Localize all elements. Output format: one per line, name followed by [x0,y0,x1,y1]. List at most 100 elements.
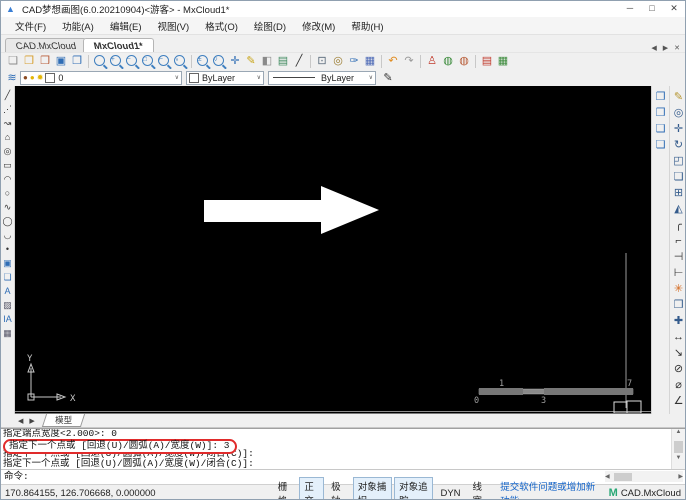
chevron-down-icon[interactable]: ∨ [365,74,373,81]
cloud-share-icon[interactable]: ◍ [456,53,472,69]
lineweight-pen-icon[interactable]: ✎ [380,70,396,86]
open-file-icon[interactable]: ❐ [21,53,37,69]
scroll-left-icon[interactable]: ◀ [605,473,610,480]
xline-icon[interactable]: ⋰ [1,102,14,116]
pan-icon[interactable]: ✛ [227,53,243,69]
scroll-right-icon[interactable]: ▶ [678,473,683,480]
dim-update-icon[interactable]: ❒ [671,297,686,313]
erase-icon[interactable]: ✎ [671,89,686,105]
insert-block-icon[interactable]: ▣ [1,256,14,270]
web-icon[interactable]: ◍ [440,53,456,69]
color-dropdown[interactable]: ByLayer ∨ [186,71,264,85]
rotate-icon[interactable]: ↻ [671,137,686,153]
layout-prev-icon[interactable]: ◀ [15,417,26,425]
properties-icon[interactable]: ◧ [259,53,275,69]
point-icon[interactable]: • [1,242,14,256]
menu-function[interactable]: 功能(A) [54,17,102,35]
toggle-ortho[interactable]: 正交 [299,477,324,500]
toggle-osnap[interactable]: 对象捕捉 [353,477,392,500]
tab-model[interactable]: 模型 [42,414,85,427]
zoom-previous-icon[interactable]: ⌐ [158,55,169,66]
hatch-icon[interactable]: ▨ [1,298,14,312]
dim-linear-icon[interactable]: ↔ [671,329,686,345]
find-icon[interactable]: ◎ [330,53,346,69]
toggle-lineweight[interactable]: 线宽 [468,477,493,500]
undo-icon[interactable]: ↶ [385,53,401,69]
toggle-dyn[interactable]: DYN [435,486,465,500]
tab-cad-mxcloud[interactable]: CAD.MxCloud [5,38,87,53]
drawing-canvas[interactable]: Y X 0 1 3 7 [15,86,651,414]
copy-icon[interactable]: ◎ [671,105,686,121]
ellipse-arc-icon[interactable]: ◡ [1,228,14,242]
zoom-realtime-icon[interactable]: ± [197,55,208,66]
offset-icon[interactable]: ❏ [671,169,686,185]
extend-icon[interactable]: ⊢ [671,265,686,281]
cut-clip-icon[interactable]: ❒ [653,105,669,121]
menu-edit[interactable]: 编辑(E) [102,17,150,35]
scroll-down-icon[interactable]: ▼ [676,455,682,461]
new-file-icon[interactable]: ❏ [5,53,21,69]
plot-icon[interactable]: ⊡ [314,53,330,69]
tab-prev-icon[interactable]: ◀ [651,44,656,52]
zoom-window-icon[interactable]: □ [142,55,153,66]
ellipse-icon[interactable]: ◯ [1,214,14,228]
array-icon[interactable]: ⊞ [671,185,686,201]
paste-clip-icon[interactable]: ❑ [653,121,669,137]
pdf-export-icon[interactable]: ▤ [479,53,495,69]
layout-next-icon[interactable]: ▶ [26,417,37,425]
vscroll-thumb[interactable] [674,441,683,453]
menu-draw[interactable]: 绘图(D) [246,17,294,35]
maximize-button[interactable]: □ [641,1,663,17]
copy-clip-icon[interactable]: ❐ [653,89,669,105]
circle-icon[interactable]: ○ [1,186,14,200]
tab-mxcloud1[interactable]: MxCloud1* [83,38,154,53]
save-icon[interactable]: ▣ [53,53,69,69]
menu-file[interactable]: 文件(F) [7,17,54,35]
format-brush-icon[interactable]: ✑ [346,53,362,69]
scroll-up-icon[interactable]: ▲ [676,429,682,435]
zoom-in-icon[interactable]: + [110,55,121,66]
zoom-extents-icon[interactable] [94,55,105,66]
command-vscrollbar[interactable]: ▲ ▼ [671,429,685,469]
donut-icon[interactable]: ◎ [1,144,14,158]
cloud-save-icon[interactable]: ▦ [362,53,378,69]
toggle-otrack[interactable]: 对象追踪 [394,477,433,500]
fillet-icon[interactable]: ╭ [671,217,686,233]
dim-diameter-icon[interactable]: ⌀ [671,377,686,393]
line-icon[interactable]: ╱ [1,88,14,102]
redo-icon[interactable]: ↷ [401,53,417,69]
menu-format[interactable]: 格式(O) [197,17,246,35]
chevron-down-icon[interactable]: ∨ [253,74,261,81]
dim-angular-icon[interactable]: ∠ [671,393,686,409]
rectangle-icon[interactable]: ▭ [1,158,14,172]
chamfer-icon[interactable]: ⌐ [671,233,686,249]
chevron-down-icon[interactable]: ∨ [171,74,179,81]
menu-modify[interactable]: 修改(M) [294,17,343,35]
field-icon[interactable]: IA [1,312,14,326]
layer-manager-icon[interactable]: ≋ [4,70,20,86]
toggle-polar[interactable]: 极轴 [326,477,351,500]
arc-icon[interactable]: ◠ [1,172,14,186]
polyline-icon[interactable]: ↝ [1,116,14,130]
menu-view[interactable]: 视图(V) [149,17,197,35]
spline-icon[interactable]: ∿ [1,200,14,214]
tab-close-icon[interactable]: ✕ [674,44,680,52]
zoom-dynamic-icon[interactable]: ◊ [213,55,224,66]
table-icon[interactable]: ▦ [1,326,14,340]
layers-icon[interactable]: ▤ [275,53,291,69]
trim-icon[interactable]: ⊣ [671,249,686,265]
save-all-icon[interactable]: ❐ [69,53,85,69]
zoom-scale-icon[interactable]: ∘ [174,55,185,66]
image-export-icon[interactable]: ▦ [495,53,511,69]
close-button[interactable]: ✕ [663,1,685,17]
layer-dropdown[interactable]: ●●✹ 0 ∨ [20,71,182,85]
dim-radius-icon[interactable]: ⊘ [671,361,686,377]
import-file-icon[interactable]: ❒ [37,53,53,69]
move-icon[interactable]: ✛ [671,121,686,137]
minimize-button[interactable]: ─ [619,1,641,17]
mirror-icon[interactable]: ◭ [671,201,686,217]
linetype-dropdown[interactable]: ByLayer ∨ [268,71,376,85]
explode-icon[interactable]: ✳ [671,281,686,297]
text-icon[interactable]: A [1,284,14,298]
dim-leader-icon[interactable]: ↘ [671,345,686,361]
